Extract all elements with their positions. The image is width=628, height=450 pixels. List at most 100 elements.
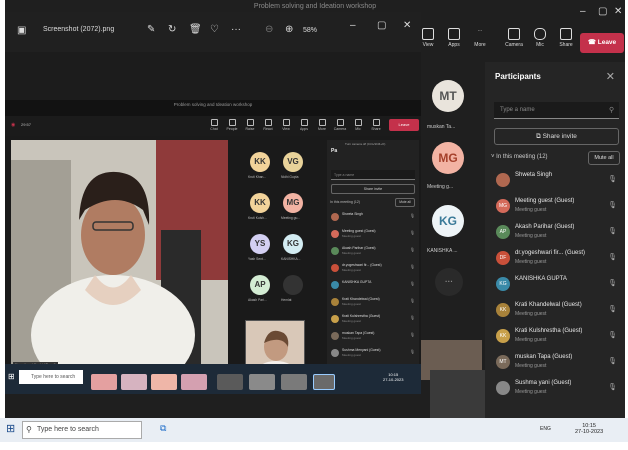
maximize-icon[interactable]: ▢ [377, 20, 386, 31]
inner-participant-avatar [331, 332, 339, 340]
inner-toolbar-button[interactable]: Apps [295, 118, 313, 131]
task-view-icon[interactable]: ⧉ [160, 423, 166, 434]
participant-row[interactable]: MG Meeting guest (Guest) Meeting guest 🎙 [493, 196, 623, 220]
favorite-icon[interactable]: ♡ [210, 24, 219, 35]
inner-toolbar-button[interactable]: Raise [241, 118, 259, 131]
search-input[interactable]: Type a name [494, 102, 619, 119]
inner-avatar: KG [283, 234, 303, 254]
inner-avatar: VG [283, 152, 303, 172]
share-invite-button[interactable]: ⧉ Share invite [494, 128, 619, 145]
participant-role: Meeting guest [515, 363, 547, 369]
inner-toolbar-button[interactable]: People [223, 118, 241, 131]
more-button[interactable]: ··· More [467, 26, 493, 48]
camera-tooltip: Turn camera off (Ctrl+Shift+O) [345, 142, 386, 146]
inner-participant-row[interactable]: Shweta Singh 🎙 [331, 212, 417, 224]
zoom-in-icon[interactable]: ⊕ [285, 24, 293, 35]
inner-participant-row[interactable]: Akash Parihar (Guest) Meeting guest 🎙 [331, 246, 417, 258]
participant-row[interactable]: Sushma yani (Guest) Meeting guest 🎙 [493, 378, 623, 402]
inner-participant-row[interactable]: Meeting guest (Guest) Meeting guest 🎙 [331, 229, 417, 241]
inner-participant-row[interactable]: Krati Khandelwal (Guest) Meeting guest 🎙 [331, 297, 417, 309]
participant-name: KANISHKA GUPTA [515, 276, 567, 282]
participant-avatar: MT [496, 355, 510, 369]
inner-leave-button[interactable]: Leave [389, 119, 419, 131]
inner-toolbar-button[interactable]: Mic [349, 118, 367, 131]
close-icon[interactable]: ✕ [403, 20, 411, 31]
maximize-icon[interactable]: ▢ [598, 6, 607, 17]
toolbar-icon [300, 119, 308, 126]
file-name: Screenshot (2072).png [43, 26, 115, 33]
participant-name: Shweta Singh [515, 172, 553, 178]
inner-participant-row[interactable]: Krati Kulshrestha (Guest) Meeting guest 🎙 [331, 314, 417, 326]
avatar-name: KANISHKA ... [427, 248, 458, 254]
participant-row[interactable]: KK Krati Khandelwal (Guest) Meeting guest 🎙 [493, 300, 623, 324]
participant-row[interactable]: Shweta Singh 🎙 [493, 170, 623, 194]
toolbar-icon [318, 119, 326, 126]
inner-participant-avatar [331, 298, 339, 306]
inner-mute-all-button[interactable]: Mute all [395, 198, 415, 207]
inner-participant-role: Meeting guest [342, 353, 361, 357]
inner-participant-row[interactable]: Sushma Menyani (Guest) Meeting guest 🎙 [331, 348, 417, 360]
apps-button[interactable]: Apps [441, 26, 467, 48]
inner-toolbar-button[interactable]: More [313, 118, 331, 131]
minimize-icon[interactable]: – [580, 6, 586, 17]
share-button[interactable]: Share [553, 26, 579, 48]
inner-toolbar-button[interactable]: Chat [205, 118, 223, 131]
system-clock[interactable]: 10:15 27-10-2023 [575, 423, 603, 435]
taskbar-thumb [91, 374, 117, 390]
windows-taskbar: ⊞ ⚲ Type here to search ⧉ ENG 10:15 27-10… [0, 418, 628, 442]
in-meeting-header[interactable]: ˅ In this meeting (12) [491, 154, 548, 160]
participant-avatar: DF [496, 251, 510, 265]
inner-toolbar-button[interactable]: Camera [331, 118, 349, 131]
close-icon[interactable]: ✕ [614, 6, 622, 17]
participant-row[interactable]: KK Krati Kulshrestha (Guest) Meeting guest… [493, 326, 623, 350]
toolbar-icon [246, 119, 254, 126]
inner-toolbar-button[interactable]: Share [367, 118, 385, 131]
participant-row[interactable]: AP Akash Parihar (Guest) Meeting guest 🎙 [493, 222, 623, 246]
participant-row[interactable]: KG KANISHKA GUPTA 🎙 [493, 274, 623, 298]
inner-toolbar-button[interactable]: React [259, 118, 277, 131]
photos-toolbar: ▣ Screenshot (2072).png ✎ ↻ 🗑 ♡ ··· ⊖ ⊕ … [5, 12, 421, 52]
mute-all-button[interactable]: Mute all [588, 151, 620, 165]
inner-share-invite-button[interactable]: Share invite [331, 184, 415, 194]
leave-button[interactable]: ☎ Leave [580, 33, 624, 53]
inner-participant-row[interactable]: KANISHKA GUPTA 🎙 [331, 280, 417, 292]
inner-in-meeting[interactable]: In this meeting (12) [330, 200, 360, 204]
participant-row[interactable]: MT muskan Tapa (Guest) Meeting guest 🎙 [493, 352, 623, 376]
inner-search-input[interactable]: Type a name [331, 170, 415, 180]
apps-icon [448, 28, 460, 40]
inner-toolbar-button[interactable]: View [277, 118, 295, 131]
inner-participant-avatar [331, 315, 339, 323]
inner-participant-row[interactable]: muskan Tapa (Guest) Meeting guest 🎙 [331, 331, 417, 343]
start-icon[interactable]: ⊞ [6, 422, 15, 435]
more-icon[interactable]: ··· [231, 24, 241, 35]
mic-button[interactable]: Mic [527, 26, 553, 48]
inner-participant-avatar [331, 230, 339, 238]
participant-avatar: KG [496, 277, 510, 291]
edit-icon[interactable]: ✎ [147, 24, 155, 35]
inner-participant-role: Meeting guest [342, 302, 361, 306]
participant-avatar [496, 173, 510, 187]
rotate-icon[interactable]: ↻ [168, 24, 176, 35]
mic-off-icon: 🎙 [409, 264, 415, 269]
close-icon[interactable]: ✕ [606, 70, 615, 83]
taskbar-search-input[interactable]: ⚲ Type here to search [22, 421, 142, 439]
zoom-out-icon[interactable]: ⊖ [265, 24, 273, 35]
mic-off-icon: 🎙 [608, 202, 617, 209]
language-indicator[interactable]: ENG [540, 426, 551, 432]
inner-participant-row[interactable]: dr.yogeshwari fir... (Guest) Meeting gues… [331, 263, 417, 275]
participant-avatar: KK [496, 303, 510, 317]
camera-icon [508, 28, 520, 40]
mic-off-icon: 🎙 [608, 358, 617, 365]
participant-row[interactable]: DF dr.yogeshwari fir... (Guest) Meeting gu… [493, 248, 623, 272]
toolbar-icon [282, 119, 290, 126]
camera-button[interactable]: Camera [501, 26, 527, 48]
minimize-icon[interactable]: – [350, 20, 356, 31]
participant-role: Meeting guest [515, 311, 547, 317]
participant-name: Krati Khandelwal (Guest) [515, 302, 582, 308]
inner-avatar: YS [250, 234, 270, 254]
view-icon [422, 28, 434, 40]
taskbar-thumb [151, 374, 177, 390]
avatar-name: muskan Ta... [427, 124, 456, 130]
delete-icon[interactable]: 🗑 [189, 24, 202, 35]
inner-participant-name: Krati Kulshrestha (Guest) [342, 314, 381, 318]
